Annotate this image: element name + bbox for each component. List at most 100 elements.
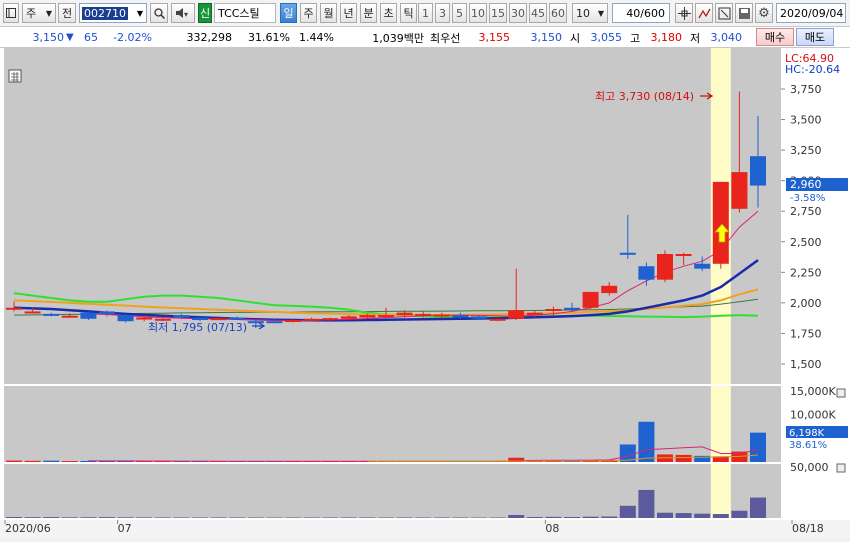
- candle-body: [173, 315, 189, 317]
- window-menu-icon[interactable]: [3, 3, 19, 23]
- volume2-bar: [136, 517, 152, 518]
- interval-tab-1[interactable]: 3: [435, 3, 450, 23]
- buy-button[interactable]: 매수: [756, 28, 794, 46]
- price-tick-label: 2,000: [790, 297, 822, 310]
- volume2-bar: [80, 517, 96, 518]
- sell-button-label: 매도: [805, 29, 825, 45]
- volume-pane: [4, 386, 781, 462]
- volume2-bar: [434, 517, 450, 518]
- interval-tab-6[interactable]: 45: [529, 3, 547, 23]
- volume2-bar: [229, 517, 245, 518]
- x-tick-label: 07: [118, 522, 132, 535]
- volume-bar: [62, 461, 78, 462]
- volume2-bar: [620, 506, 636, 518]
- candle-body: [304, 319, 320, 321]
- stock-code-input[interactable]: 002710 ▼: [79, 3, 147, 23]
- candle-body: [378, 315, 394, 317]
- crosshair-icon[interactable]: [675, 3, 693, 23]
- best-ask: 3,155: [472, 29, 510, 46]
- volume-tag-percent: 38.61%: [789, 440, 827, 451]
- candle-body: [694, 264, 710, 269]
- volume-bar: [6, 461, 22, 462]
- chevron-down-icon: ▼: [598, 9, 604, 18]
- stock-name: TCC스틸: [218, 5, 260, 21]
- interval-tab-0[interactable]: 1: [418, 3, 433, 23]
- price-tick-label: 3,500: [790, 114, 822, 127]
- interval-tab-3[interactable]: 10: [469, 3, 487, 23]
- volume2-bar: [341, 517, 357, 518]
- best-bid-label: 최우선: [430, 29, 460, 46]
- volume2-bar: [6, 517, 22, 518]
- period-tab-2[interactable]: 월: [320, 3, 337, 23]
- interval-tab-4[interactable]: 15: [489, 3, 507, 23]
- period-tab-5[interactable]: 초: [380, 3, 397, 23]
- chevron-down-icon[interactable]: ▼: [137, 9, 143, 18]
- left-gutter: [0, 48, 4, 518]
- volume2-bar: [397, 517, 413, 518]
- stock-code-value: 002710: [82, 7, 128, 20]
- volume-bar: [638, 422, 654, 462]
- line-tool-icon[interactable]: [695, 3, 713, 23]
- candle-body: [676, 254, 692, 256]
- prev-button[interactable]: 전: [58, 3, 76, 23]
- volume2-bar: [322, 517, 338, 518]
- chart-area[interactable]: 3,7503,5003,2503,0002,7502,5002,2502,000…: [0, 48, 850, 539]
- price-tick-label: 1,500: [790, 358, 822, 371]
- candle-body: [80, 313, 96, 319]
- price-chart[interactable]: 3,7503,5003,2503,0002,7502,5002,2502,000…: [0, 48, 850, 539]
- price-tick-label: 2,500: [790, 236, 822, 249]
- volume2-bar: [25, 517, 41, 518]
- candle-body: [564, 308, 580, 310]
- candle-body: [508, 310, 524, 319]
- gear-icon[interactable]: ⚙: [755, 3, 773, 23]
- period-tab-6[interactable]: 틱: [400, 3, 417, 23]
- volume-tag: 6,198K: [789, 428, 825, 439]
- volume2-bar: [638, 490, 654, 518]
- x-tick-label: 08/18: [792, 522, 824, 535]
- zoom-icon[interactable]: [715, 3, 733, 23]
- candle-body: [248, 321, 264, 323]
- period-tab-1[interactable]: 주: [300, 3, 317, 23]
- market-select-label: 주: [26, 5, 36, 21]
- buy-button-label: 매수: [765, 29, 785, 45]
- save-icon[interactable]: [735, 3, 753, 23]
- candle-body: [266, 321, 282, 323]
- volume2-bar: [527, 517, 543, 518]
- volume2-bar: [43, 517, 59, 518]
- volume2-bar: [713, 514, 729, 518]
- volume2-bar: [155, 517, 171, 518]
- svg-text:▾: ▾: [184, 10, 188, 18]
- interval-tab-5[interactable]: 30: [509, 3, 527, 23]
- speaker-icon[interactable]: ▾: [171, 3, 195, 23]
- volume-pane-close-icon: [837, 389, 845, 397]
- candle-body: [545, 309, 561, 311]
- interval-tab-7[interactable]: 60: [549, 3, 567, 23]
- price-tick-label: 1,750: [790, 327, 822, 340]
- candle-body: [6, 308, 22, 310]
- candle-body: [490, 319, 506, 321]
- interval-tab-2[interactable]: 5: [452, 3, 467, 23]
- search-icon[interactable]: [150, 3, 168, 23]
- prev-button-label: 전: [62, 5, 72, 21]
- volume-bar: [750, 433, 766, 462]
- open-label: 시: [570, 29, 580, 46]
- stock-name-field: TCC스틸: [214, 3, 276, 23]
- period-tab-4[interactable]: 분: [360, 3, 377, 23]
- low-label: 저: [690, 29, 700, 46]
- period-tab-0[interactable]: 일: [280, 3, 297, 23]
- volume2-bar: [62, 517, 78, 518]
- candle-body: [620, 253, 636, 255]
- candle-count-field[interactable]: 40/600: [612, 3, 670, 23]
- candle-body: [43, 314, 59, 316]
- sell-button[interactable]: 매도: [796, 28, 834, 46]
- volume2-pane: [4, 464, 781, 518]
- candle-body: [434, 315, 450, 317]
- market-select[interactable]: 주 ▼: [22, 3, 56, 23]
- interval-select[interactable]: 10 ▼: [572, 3, 608, 23]
- price-tick-label: 3,750: [790, 83, 822, 96]
- candle-body: [471, 316, 487, 318]
- price-tick-label: 3,250: [790, 144, 822, 157]
- period-tab-3[interactable]: 년: [340, 3, 357, 23]
- candle-body: [750, 156, 766, 185]
- date-field[interactable]: 2020/09/04: [776, 3, 846, 23]
